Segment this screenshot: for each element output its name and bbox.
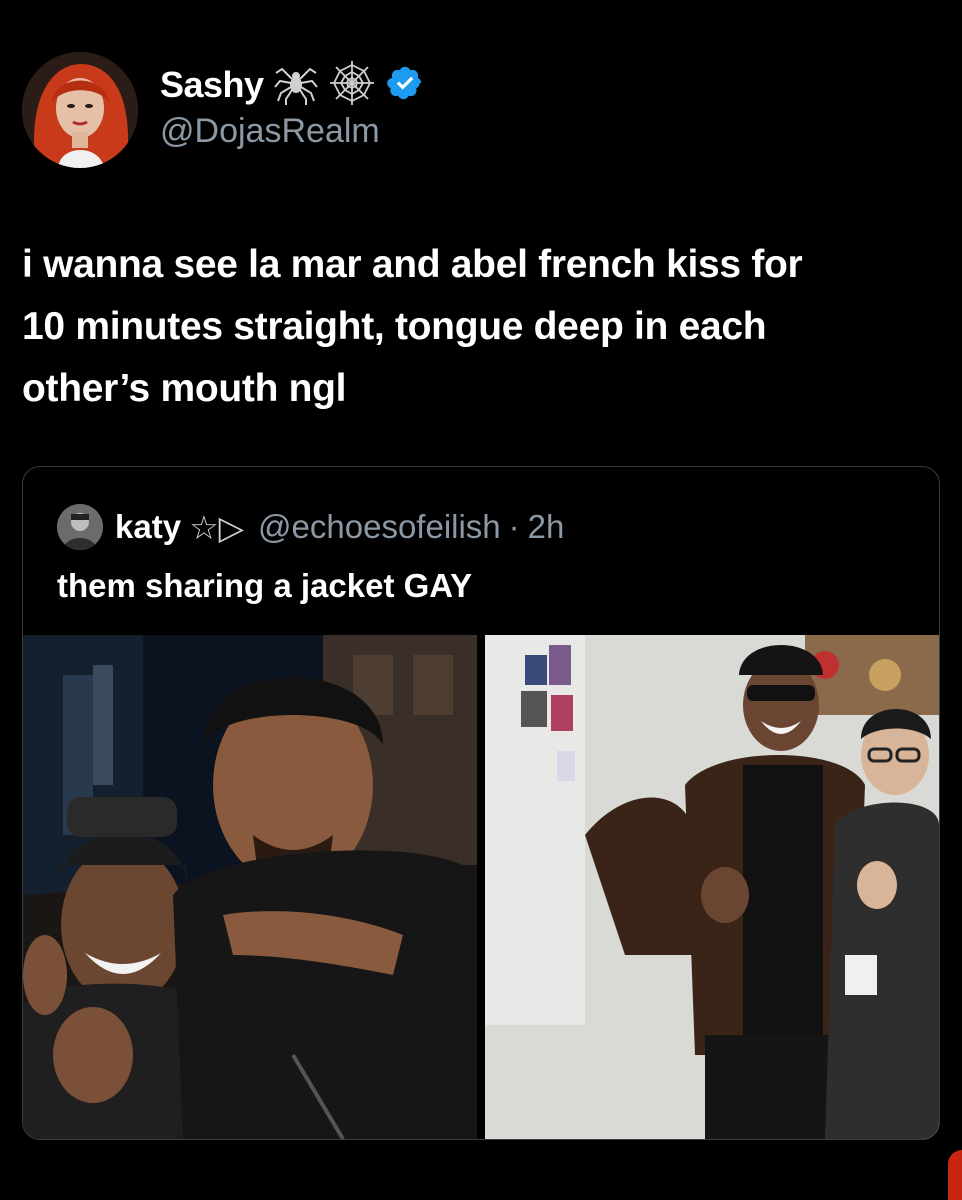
quoted-timestamp[interactable]: 2h [528, 508, 565, 546]
author-name-row: Sashy [160, 60, 424, 110]
author-avatar[interactable] [22, 52, 138, 168]
quoted-tweet-text: them sharing a jacket GAY [57, 567, 473, 604]
quoted-author-handle[interactable]: @echoesofeilish [258, 508, 501, 546]
quoted-media-grid [23, 635, 939, 1139]
tweet-text-line: other’s mouth ngl [22, 367, 347, 410]
quoted-photo-office-duo[interactable] [485, 635, 939, 1139]
quoted-tweet-header: katy ☆▷ @echoesofeilish · 2h [57, 503, 564, 551]
verified-badge-icon [386, 64, 424, 107]
tweet-text: i wanna see la mar and abel french kiss … [22, 234, 942, 420]
quoted-photo-night-selfie[interactable] [23, 635, 477, 1139]
quoted-tweet-card[interactable]: katy ☆▷ @echoesofeilish · 2h them sharin… [22, 466, 940, 1140]
tweet-text-line: i wanna see la mar and abel french kiss … [22, 243, 803, 286]
quoted-author-name[interactable]: katy [115, 508, 181, 546]
spiderweb-icon [328, 59, 376, 112]
author-handle[interactable]: @DojasRealm [160, 112, 380, 151]
quoted-author-avatar[interactable] [57, 504, 103, 550]
tweet-text-line: 10 minutes straight, tongue deep in each [22, 305, 767, 348]
author-display-name[interactable]: Sashy [160, 64, 264, 106]
floating-action-edge[interactable] [948, 1150, 962, 1200]
quoted-meta-separator: · [508, 508, 520, 545]
quoted-author-name-symbols: ☆▷ [189, 508, 245, 546]
spider-icon [273, 61, 318, 110]
